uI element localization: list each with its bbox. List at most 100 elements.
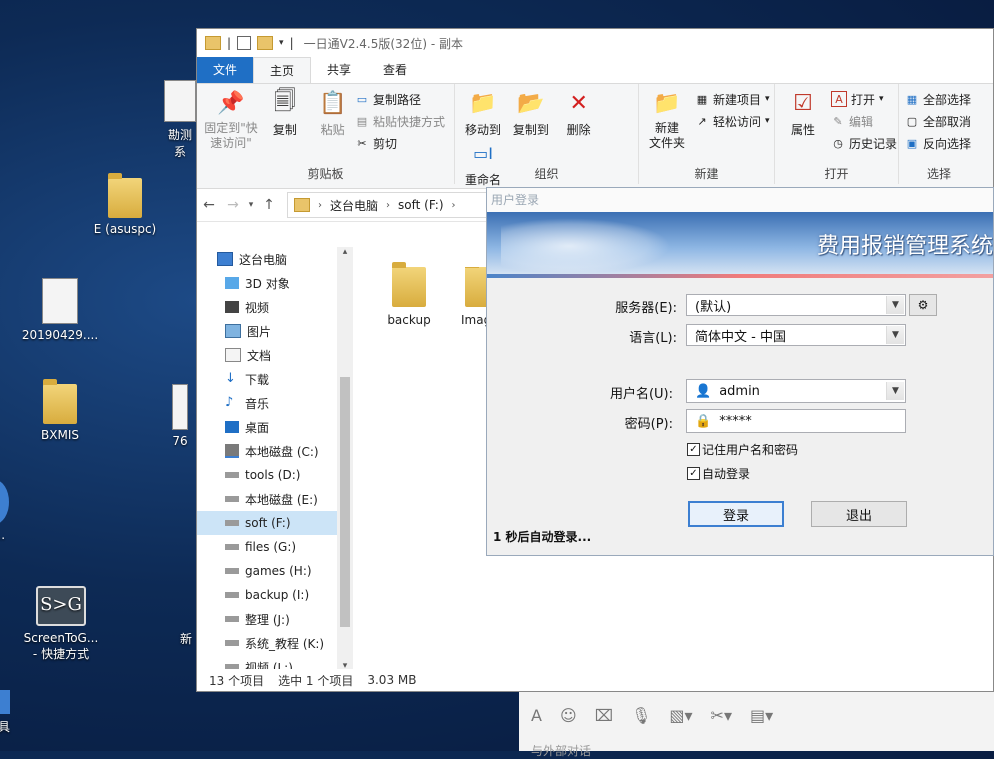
nav-item-label: 音乐 <box>245 396 270 411</box>
scroll-up-icon[interactable]: ▴ <box>337 247 353 257</box>
tab-home[interactable]: 主页 <box>253 57 312 83</box>
properties-qa-icon[interactable] <box>237 36 252 50</box>
server-select[interactable]: (默认) ▼ <box>686 294 906 316</box>
recent-chevron-icon[interactable]: ▾ <box>245 200 257 210</box>
exit-button[interactable]: 退出 <box>811 501 907 527</box>
nav-item-label: 图片 <box>247 324 272 339</box>
scissors-screenshot-icon[interactable]: ⌧ <box>595 706 613 725</box>
checkbox-checked-icon[interactable]: ✓ <box>687 467 700 480</box>
chevron-right-icon[interactable]: › <box>386 200 390 211</box>
chevron-down-icon[interactable]: ▼ <box>886 296 904 314</box>
emoji-icon[interactable]: ☺ <box>560 706 577 725</box>
drive-icon <box>225 472 239 478</box>
desktop-icon-partial-4[interactable]: 新 <box>176 630 196 647</box>
server-settings-button[interactable]: ⚙ <box>909 294 937 316</box>
login-button[interactable]: 登录 <box>688 501 784 527</box>
open-button[interactable]: A 打开 ▾ <box>831 88 897 110</box>
copy-path-button[interactable]: ▭ 复制路径 <box>355 88 445 110</box>
back-arrow-icon[interactable]: ← <box>197 197 221 213</box>
tab-share[interactable]: 共享 <box>311 57 367 83</box>
select-all-button[interactable]: ▦ 全部选择 <box>905 88 973 110</box>
desktop-icon-screentogif[interactable]: S>G ScreenToG... - 快捷方式 <box>16 586 106 662</box>
history-icon: ◷ <box>833 136 843 150</box>
nav-item[interactable]: 3D 对象 <box>197 271 353 295</box>
file-item-backup[interactable]: backup <box>377 262 441 327</box>
forward-arrow-icon[interactable]: → <box>221 197 245 213</box>
username-field[interactable]: 👤 admin <box>687 384 886 399</box>
folder-icon <box>392 262 426 307</box>
nav-item[interactable]: tools (D:) <box>197 463 353 487</box>
new-item-button[interactable]: ▦ 新建项目 ▾ <box>695 88 770 110</box>
nav-item[interactable]: 这台电脑 <box>197 247 353 271</box>
checkbox-checked-icon[interactable]: ✓ <box>687 443 700 456</box>
nav-item[interactable]: 整理 (J:) <box>197 607 353 631</box>
easy-access-button[interactable]: ↗ 轻松访问 ▾ <box>695 110 769 132</box>
copy-to-button[interactable]: 📂 复制到 <box>509 88 553 138</box>
autologin-checkbox[interactable]: ✓ 自动登录 <box>687 465 750 482</box>
separator: | <box>289 36 294 50</box>
nav-item[interactable]: soft (F:) <box>197 511 353 535</box>
open-label: 打开 <box>851 92 876 107</box>
desktop-icon-partial-5[interactable]: 具 <box>0 690 16 735</box>
chevron-right-icon[interactable]: › <box>452 200 456 211</box>
breadcrumb-this-pc[interactable]: 这台电脑 <box>330 197 378 214</box>
nav-item[interactable]: backup (I:) <box>197 583 353 607</box>
chevron-right-icon[interactable]: › <box>318 200 322 211</box>
remember-checkbox[interactable]: ✓ 记住用户名和密码 <box>687 441 798 458</box>
file-item-imag[interactable]: Imag <box>451 267 487 327</box>
breadcrumb-soft-f[interactable]: soft (F:) <box>398 198 444 212</box>
copy-button[interactable]: 🗐 复制 <box>263 88 307 138</box>
username-combo[interactable]: 👤 admin ▼ <box>686 379 906 403</box>
paste-button[interactable]: 📋 粘贴 <box>311 88 355 138</box>
new-folder-qa-icon[interactable] <box>257 36 274 50</box>
nav-item[interactable]: files (G:) <box>197 535 353 559</box>
tab-file[interactable]: 文件 <box>197 57 254 83</box>
new-folder-button[interactable]: 📁 新建 文件夹 <box>645 88 689 151</box>
tab-view[interactable]: 查看 <box>367 57 423 83</box>
up-arrow-icon[interactable]: ↑ <box>257 197 281 213</box>
nav-item[interactable]: 视频 <box>197 295 353 319</box>
desktop-icon-20190429[interactable]: 20190429.... <box>15 278 105 342</box>
edit-button[interactable]: ✎ 编辑 <box>831 110 897 132</box>
desktop-icon-bxmis[interactable]: BXMIS <box>15 379 105 442</box>
scrollbar-thumb[interactable] <box>340 377 350 627</box>
microphone-icon[interactable]: 🎙 <box>631 706 651 725</box>
chevron-down-icon[interactable]: ▼ <box>886 382 904 400</box>
nav-item[interactable]: games (H:) <box>197 559 353 583</box>
move-to-button[interactable]: 📁 移动到 <box>461 88 505 138</box>
image-icon[interactable]: ▧▾ <box>669 706 692 725</box>
cut-icon[interactable]: ✂▾ <box>711 706 732 725</box>
pin-quick-access-button[interactable]: 📌 固定到"快 速访问" <box>203 88 259 151</box>
nav-item[interactable]: 桌面 <box>197 415 353 439</box>
scissors-icon: ✂ <box>357 136 367 150</box>
nav-item[interactable]: 本地磁盘 (C:) <box>197 439 353 463</box>
delete-button[interactable]: ✕ 删除 <box>557 88 601 138</box>
select-none-button[interactable]: ▢ 全部取消 <box>905 110 973 132</box>
history-button[interactable]: ◷ 历史记录 <box>831 132 897 154</box>
pin-label: 固定到"快 速访问" <box>204 121 258 150</box>
nav-item[interactable]: ↓ 下载 <box>197 367 353 391</box>
paste-shortcut-button[interactable]: ▤ 粘贴快捷方式 <box>355 110 445 132</box>
desktop-icon-e-asuspc[interactable]: E (asuspc) <box>80 173 170 236</box>
language-select[interactable]: 简体中文 - 中国 ▼ <box>686 324 906 346</box>
nav-item[interactable]: 图片 <box>197 319 353 343</box>
desktop-icon-partial-3[interactable]: w... <box>0 480 20 542</box>
nav-scrollbar[interactable]: ▴ ▾ <box>337 247 353 671</box>
organize-group: 📁 移动到 📂 复制到 ✕ 删除 ▭I 重命名 组织 <box>455 84 639 187</box>
more-icon[interactable]: ▤▾ <box>750 706 773 725</box>
nav-item[interactable]: 系统_教程 (K:) <box>197 631 353 655</box>
desktop-icon-partial-2[interactable]: 76 <box>160 384 200 448</box>
chevron-down-icon[interactable]: ▾ <box>279 38 284 48</box>
cut-button[interactable]: ✂ 剪切 <box>355 132 445 154</box>
edit-icon: ✎ <box>833 114 843 128</box>
password-field[interactable]: 🔒 ***** <box>686 409 906 433</box>
password-input[interactable]: 🔒 ***** <box>687 414 905 429</box>
nav-item[interactable]: ♪ 音乐 <box>197 391 353 415</box>
chevron-down-icon[interactable]: ▼ <box>886 326 904 344</box>
properties-button[interactable]: ☑ 属性 <box>781 88 825 138</box>
nav-item[interactable]: 本地磁盘 (E:) <box>197 487 353 511</box>
font-icon[interactable]: A <box>531 706 542 725</box>
nav-item[interactable]: 文档 <box>197 343 353 367</box>
dialog-title: 用户登录 <box>487 188 993 212</box>
invert-selection-button[interactable]: ▣ 反向选择 <box>905 132 973 154</box>
